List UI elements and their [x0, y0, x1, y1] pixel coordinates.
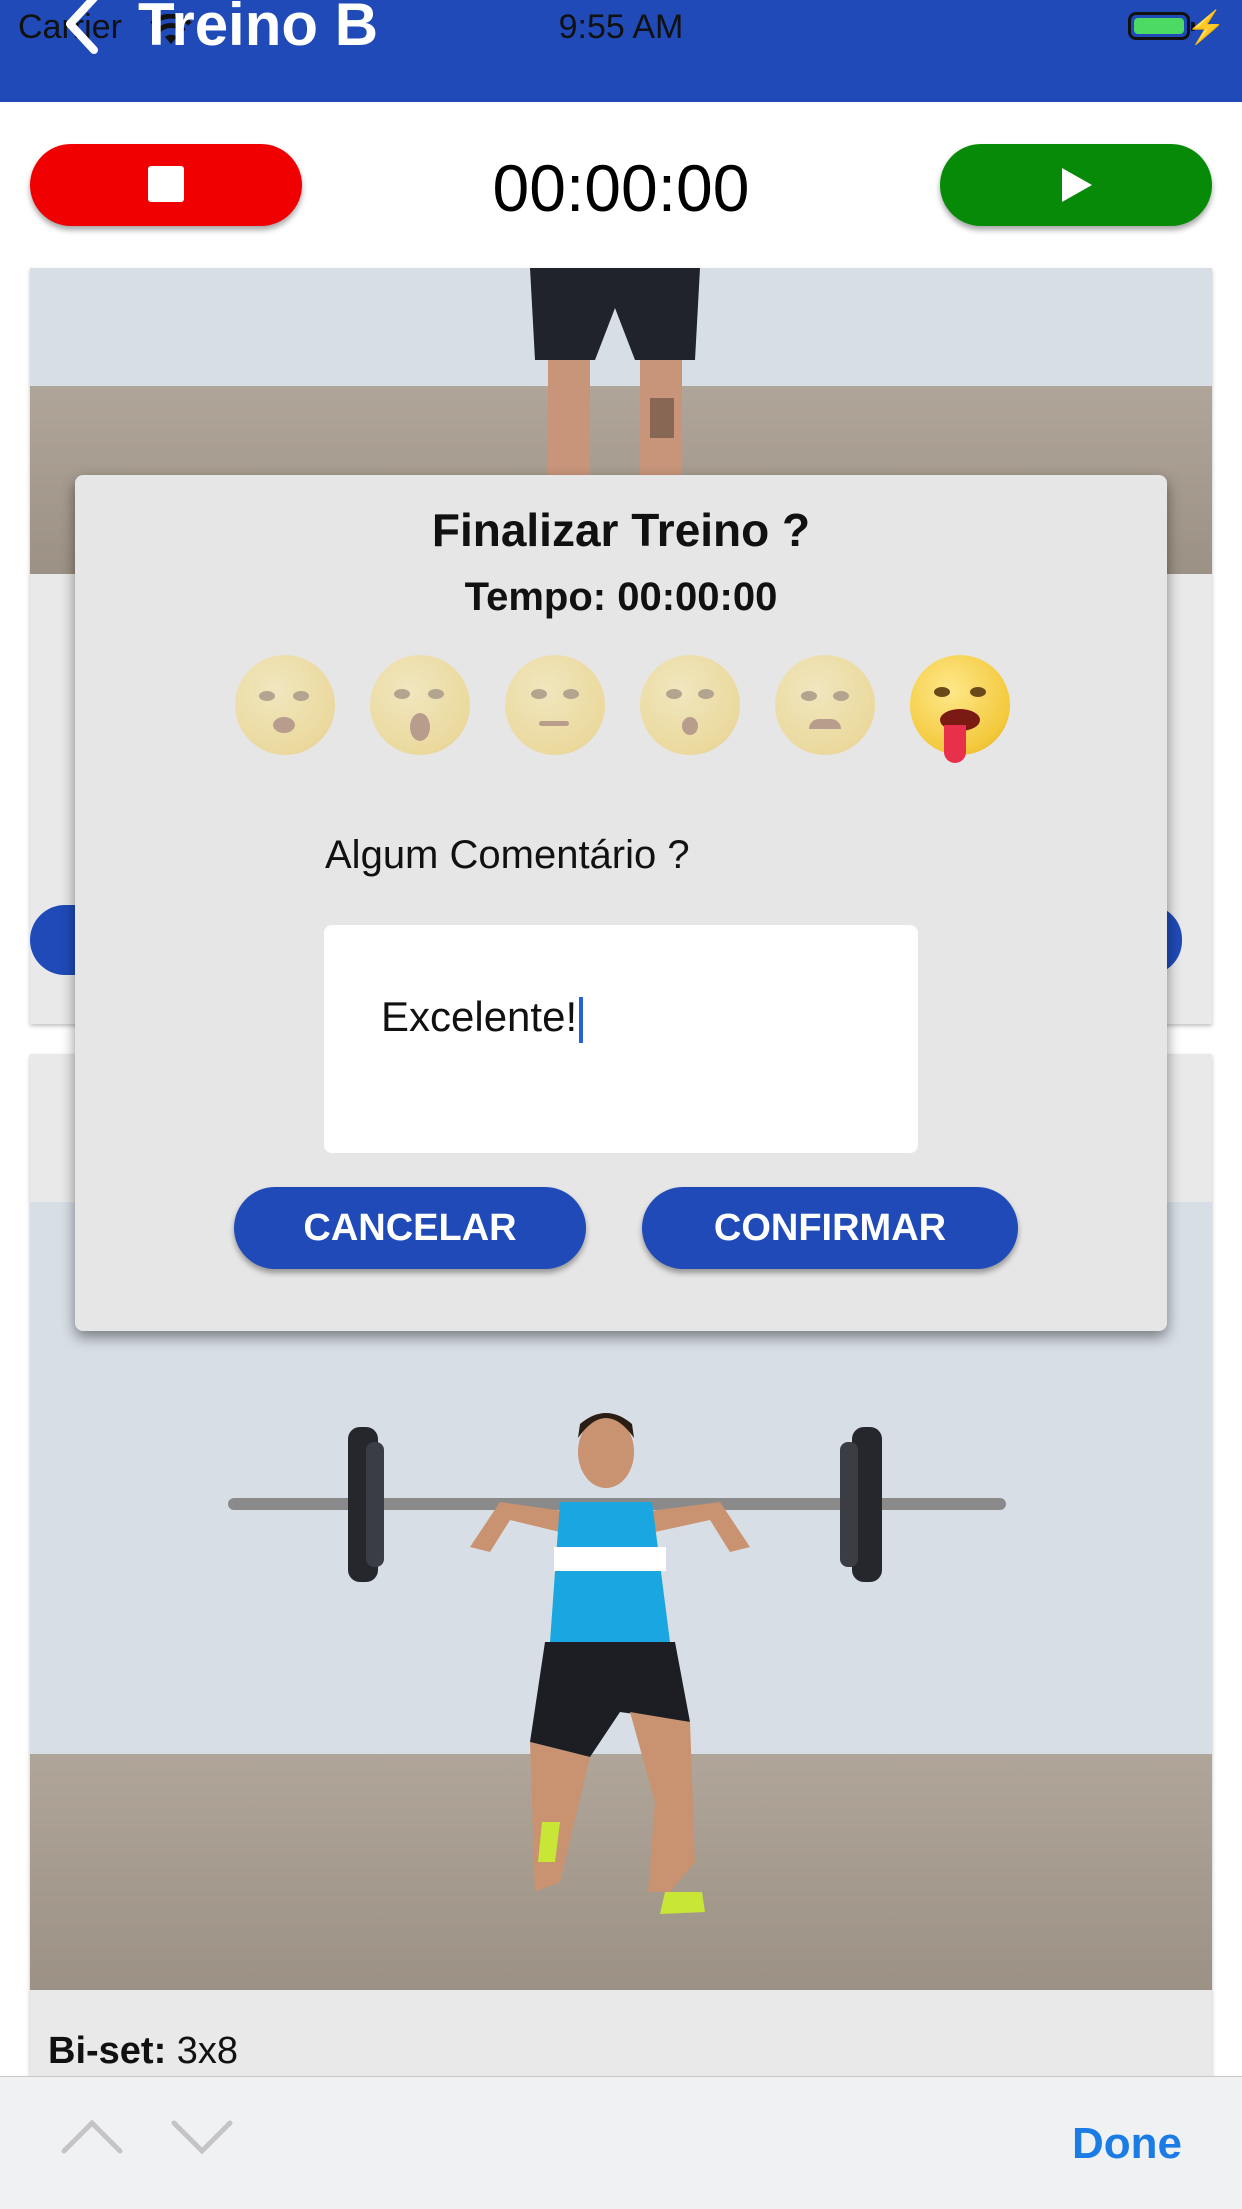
comment-value: Excelente! [381, 993, 578, 1040]
page-title: Treino B [138, 0, 379, 58]
cancel-button[interactable]: CANCELAR [234, 1187, 586, 1269]
text-caret [579, 996, 584, 1043]
charging-icon: ⚡ [1186, 9, 1226, 45]
comment-input[interactable]: Excelente! [324, 925, 918, 1153]
play-icon [1062, 168, 1092, 202]
chevron-up-icon[interactable] [60, 2117, 124, 2157]
dialog-title: Finalizar Treino ? [431, 504, 811, 556]
yawning-face-icon[interactable] [370, 655, 470, 755]
effort-rating [235, 655, 1095, 765]
relaxed-face-icon[interactable] [235, 655, 335, 755]
chevron-left-icon[interactable] [60, 0, 104, 56]
timer-toolbar: 00:00:00 [0, 102, 1242, 268]
sad-face-icon[interactable] [775, 655, 875, 755]
thinking-face-icon[interactable] [505, 655, 605, 755]
finish-workout-dialog: Finalizar Treino ? Tempo: 00:00:00 Algum… [75, 475, 1167, 1331]
keyboard-accessory-bar: Done [0, 2076, 1242, 2209]
dialog-time: Tempo: 00:00:00 [464, 575, 778, 619]
done-button[interactable]: Done [1072, 2119, 1182, 2169]
battery-icon [1128, 12, 1195, 40]
exercise-sets: Bi-set: 3x8 [48, 2030, 239, 2072]
chevron-down-icon[interactable] [170, 2117, 234, 2157]
comment-label: Algum Comentário ? [325, 833, 690, 877]
play-button[interactable] [940, 144, 1212, 226]
exhausted-face-icon[interactable] [910, 655, 1010, 763]
navigation-bar: Carrier 9:55 AM ⚡ Treino B [0, 0, 1242, 102]
surprised-face-icon[interactable] [640, 655, 740, 755]
confirm-button[interactable]: CONFIRMAR [642, 1187, 1018, 1269]
